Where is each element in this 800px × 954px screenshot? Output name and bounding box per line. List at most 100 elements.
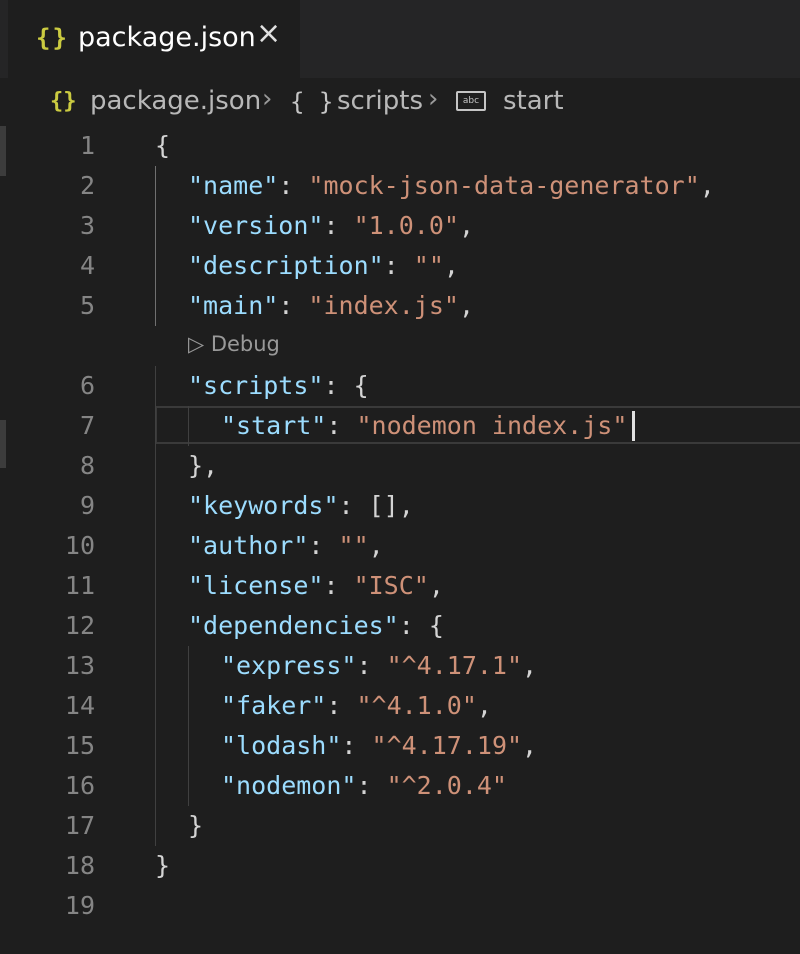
code-line[interactable]: 9 "keywords": [], xyxy=(0,486,800,526)
line-number: 11 xyxy=(64,571,95,600)
breadcrumb-start[interactable]: start xyxy=(503,86,564,116)
line-number: 17 xyxy=(64,811,95,840)
code-text: "keywords": [], xyxy=(188,486,414,526)
code-line[interactable]: 8}, xyxy=(0,446,800,486)
code-line[interactable]: 18} xyxy=(0,846,800,886)
json-string-value: "nodemon index.js" xyxy=(356,411,628,440)
code-line[interactable]: 11 "license": "ISC", xyxy=(0,566,800,606)
json-key: "description" xyxy=(188,251,384,280)
debug-codelens[interactable]: ▷ Debug xyxy=(188,332,280,356)
punctuation: , xyxy=(443,251,459,280)
json-string-value: "^4.17.19" xyxy=(371,731,523,760)
string-property-icon: abc xyxy=(456,91,486,111)
line-number: 18 xyxy=(64,851,95,880)
code-line[interactable]: 12 "dependencies": { xyxy=(0,606,800,646)
code-text: "start": "nodemon index.js" xyxy=(221,406,627,446)
code-text: "author": "", xyxy=(188,526,384,566)
code-line[interactable]: 15 "lodash": "^4.17.19", xyxy=(0,726,800,766)
punctuation: : xyxy=(278,291,309,320)
punctuation: : xyxy=(326,411,357,440)
tab-label: package.json xyxy=(78,22,256,53)
json-string-value: "" xyxy=(338,531,369,560)
code-text: } xyxy=(155,846,170,886)
code-line[interactable]: 5 "main": "index.js", xyxy=(0,286,800,326)
json-key: "express" xyxy=(221,651,357,680)
line-number: 1 xyxy=(79,131,95,160)
json-key: "scripts" xyxy=(188,371,324,400)
punctuation: : xyxy=(341,731,372,760)
text-cursor xyxy=(632,411,635,441)
punctuation: } xyxy=(188,811,204,840)
code-line[interactable]: 7 "start": "nodemon index.js" xyxy=(0,406,800,446)
breadcrumb-separator: › xyxy=(262,84,273,114)
line-number: 15 xyxy=(64,731,95,760)
code-line[interactable]: 16 "nodemon": "^2.0.4" xyxy=(0,766,800,806)
code-line[interactable]: 4 "description": "", xyxy=(0,246,800,286)
line-number: 3 xyxy=(79,211,95,240)
punctuation: : xyxy=(323,371,354,400)
line-number: 6 xyxy=(79,371,95,400)
json-key: "author" xyxy=(188,531,309,560)
json-file-icon: {} xyxy=(50,89,77,114)
code-text: "name": "mock-json-data-generator", xyxy=(188,166,715,206)
code-line[interactable]: 13 "express": "^4.17.1", xyxy=(0,646,800,686)
code-editor[interactable]: ▷ Debug 1{2 "name": "mock-json-data-gener… xyxy=(0,126,800,954)
tab-package-json[interactable]: {} package.json × xyxy=(8,0,300,78)
code-line[interactable]: 10 "author": "", xyxy=(0,526,800,566)
code-text: "nodemon": "^2.0.4" xyxy=(221,766,507,806)
line-number: 2 xyxy=(79,171,95,200)
json-key: "main" xyxy=(188,291,279,320)
code-text: "main": "index.js", xyxy=(188,286,474,326)
code-text: }, xyxy=(188,446,218,486)
line-number: 14 xyxy=(64,691,95,720)
code-line[interactable]: 17} xyxy=(0,806,800,846)
punctuation: : xyxy=(323,571,354,600)
line-number: 19 xyxy=(64,891,95,920)
breadcrumb-file[interactable]: package.json xyxy=(90,86,261,116)
code-line[interactable]: 2 "name": "mock-json-data-generator", xyxy=(0,166,800,206)
line-number: 10 xyxy=(64,531,95,560)
line-number: 8 xyxy=(79,451,95,480)
punctuation: , xyxy=(458,211,474,240)
punctuation: { xyxy=(155,131,171,160)
json-string-value: "mock-json-data-generator" xyxy=(308,171,700,200)
code-line[interactable]: 14 "faker": "^4.1.0", xyxy=(0,686,800,726)
punctuation: : xyxy=(383,251,414,280)
punctuation: : xyxy=(398,611,429,640)
breadcrumb-scripts[interactable]: scripts xyxy=(337,86,423,116)
punctuation: } xyxy=(155,851,171,880)
breadcrumb-separator: › xyxy=(428,84,439,114)
code-text: "description": "", xyxy=(188,246,459,286)
punctuation: , xyxy=(476,691,492,720)
json-key: "lodash" xyxy=(221,731,342,760)
punctuation: [], xyxy=(368,491,414,520)
close-icon[interactable]: × xyxy=(256,19,281,49)
code-text: "express": "^4.17.1", xyxy=(221,646,537,686)
punctuation: , xyxy=(368,531,384,560)
code-line[interactable]: 3 "version": "1.0.0", xyxy=(0,206,800,246)
json-string-value: "1.0.0" xyxy=(353,211,459,240)
json-key: "license" xyxy=(188,571,324,600)
json-string-value: "^4.1.0" xyxy=(356,691,477,720)
line-number: 7 xyxy=(79,411,95,440)
code-text: "faker": "^4.1.0", xyxy=(221,686,492,726)
json-key: "keywords" xyxy=(188,491,339,520)
punctuation: , xyxy=(428,571,444,600)
json-string-value: "ISC" xyxy=(353,571,429,600)
punctuation: , xyxy=(699,171,715,200)
line-number: 4 xyxy=(79,251,95,280)
line-number: 16 xyxy=(64,771,95,800)
code-text: "dependencies": { xyxy=(188,606,444,646)
object-icon: { } xyxy=(290,88,334,116)
punctuation: : xyxy=(308,531,339,560)
line-number: 13 xyxy=(64,651,95,680)
punctuation: { xyxy=(428,611,444,640)
code-line[interactable]: 1{ xyxy=(0,126,800,166)
punctuation: , xyxy=(522,651,538,680)
code-line[interactable]: 6 "scripts": { xyxy=(0,366,800,406)
code-text: "lodash": "^4.17.19", xyxy=(221,726,537,766)
code-text: "version": "1.0.0", xyxy=(188,206,474,246)
code-line[interactable]: 19 xyxy=(0,886,800,926)
code-text: } xyxy=(188,806,203,846)
punctuation: , xyxy=(522,731,538,760)
